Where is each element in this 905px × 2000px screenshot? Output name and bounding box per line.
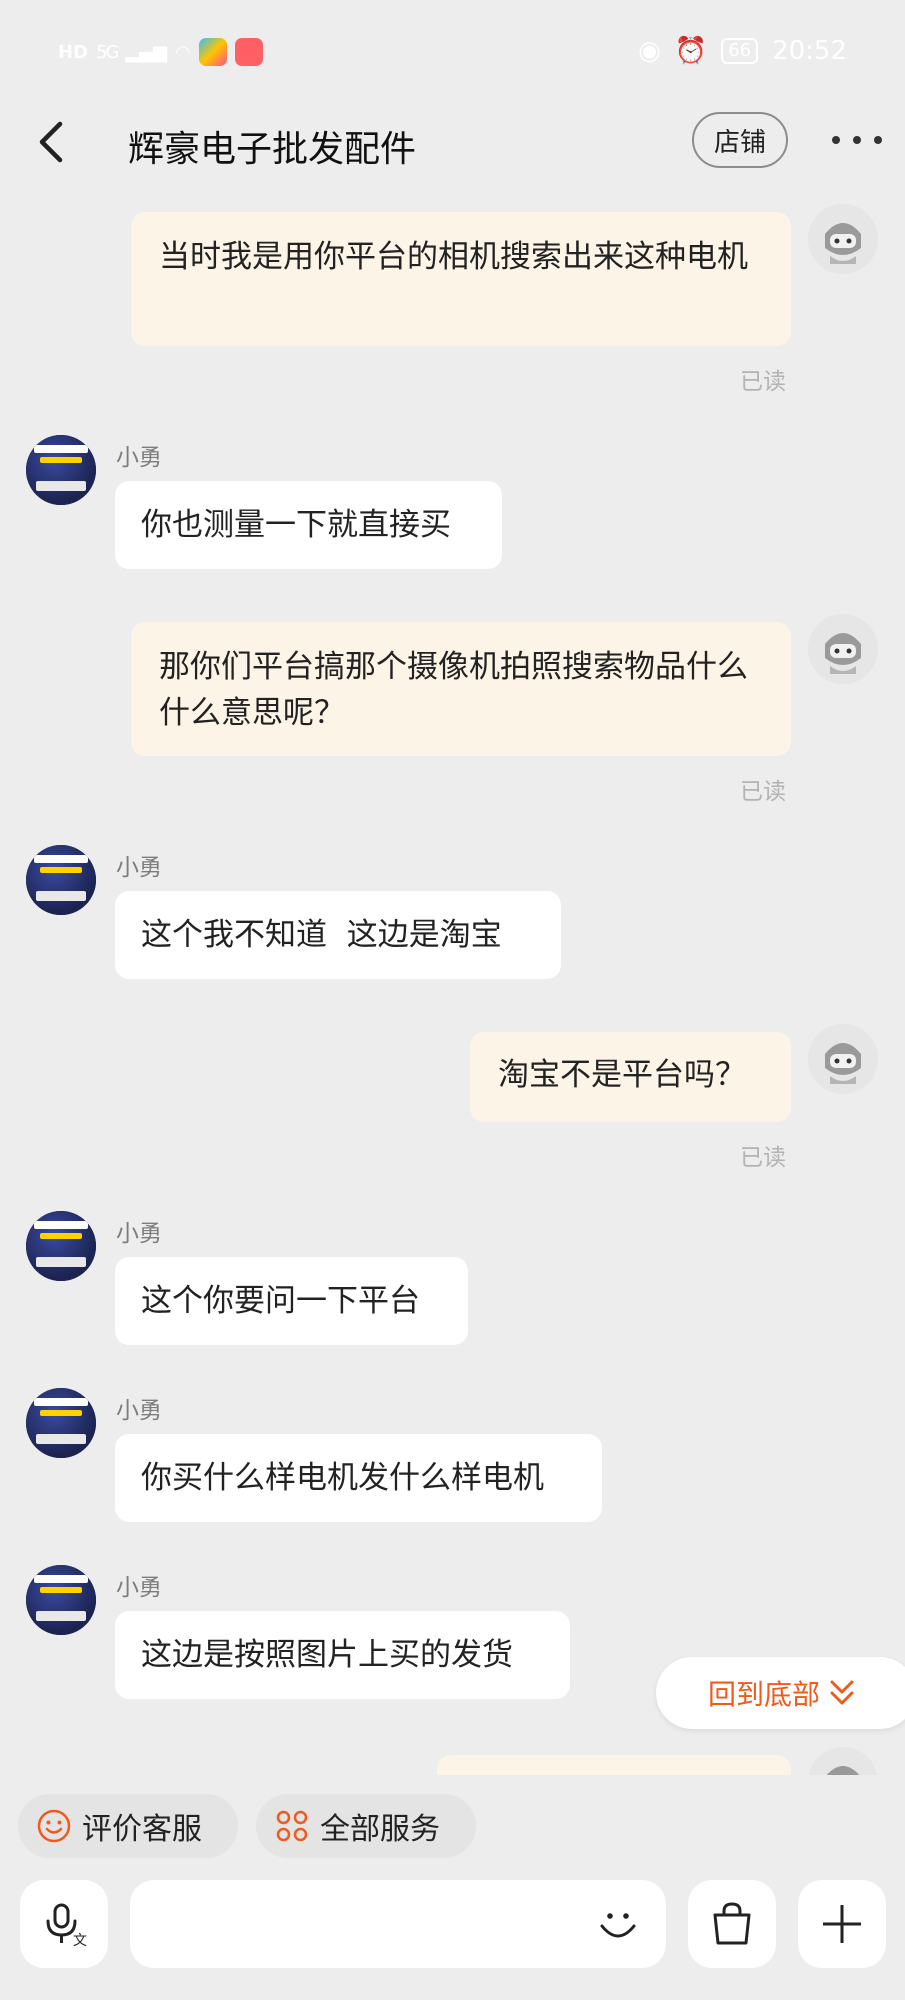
sender-name: 小勇	[116, 855, 162, 881]
app-notification-icon	[198, 38, 227, 66]
message-bubble-other[interactable]: 你也测量一下就直接买	[115, 481, 502, 569]
product-bag-button[interactable]	[688, 1880, 776, 1968]
input-bar: 文	[0, 1878, 905, 1968]
rate-service-chip[interactable]: 评价客服	[18, 1794, 238, 1858]
user-avatar[interactable]	[808, 614, 878, 684]
smile-icon[interactable]	[594, 1900, 642, 1948]
microphone-icon: 文	[46, 1903, 87, 1949]
shop-button[interactable]: 店铺	[692, 112, 788, 168]
read-status: 已读	[740, 1145, 786, 1171]
shop-avatar[interactable]	[26, 435, 96, 505]
sender-name: 小勇	[116, 1398, 162, 1424]
alarm-icon: ⏰	[674, 36, 708, 66]
voice-input-button[interactable]: 文	[20, 1880, 108, 1968]
chat-header: 辉豪电子批发配件 店铺	[0, 100, 905, 190]
clock-time: 20:52	[772, 36, 847, 66]
message-bubble-other[interactable]: 这个你要问一下平台	[115, 1257, 468, 1345]
status-bar: HD 5G ▂▄▆ ◠ ◉ ⏰ 66 20:52	[0, 0, 905, 110]
user-avatar[interactable]	[808, 1024, 878, 1094]
message-bubble-other[interactable]: 这边是按照图片上买的发货	[115, 1611, 570, 1699]
jump-to-bottom-button[interactable]: 回到底部	[656, 1657, 905, 1729]
more-dots-icon[interactable]	[832, 118, 882, 162]
sender-name: 小勇	[116, 1221, 162, 1247]
signal-indicator: 5G	[96, 41, 119, 63]
message-list[interactable]: 当时我是用你平台的相机搜索出来这种电机 已读 小勇 你也测量一下就直接买 那你们…	[0, 190, 905, 1775]
more-actions-button[interactable]	[798, 1880, 886, 1968]
shop-avatar[interactable]	[26, 845, 96, 915]
sender-name: 小勇	[116, 1575, 162, 1601]
shop-avatar[interactable]	[26, 1211, 96, 1281]
network-type: HD	[58, 41, 89, 63]
status-right: ◉ ⏰ 66 20:52	[638, 36, 847, 66]
grid-services-icon	[276, 1810, 308, 1842]
shop-avatar[interactable]	[26, 1565, 96, 1635]
eye-icon: ◉	[638, 36, 661, 66]
read-status: 已读	[740, 779, 786, 805]
rate-service-label: 评价客服	[82, 1812, 202, 1847]
shopping-bag-icon	[713, 1902, 751, 1945]
message-bubble-other[interactable]: 这个我不知道 这边是淘宝	[115, 891, 561, 979]
message-bubble-other[interactable]: 你买什么样电机发什么样电机	[115, 1434, 602, 1522]
wifi-icon: ◠	[174, 41, 191, 63]
back-arrow-icon[interactable]	[32, 116, 72, 168]
message-bubble-self-partial	[437, 1755, 791, 1775]
status-left: HD 5G ▂▄▆ ◠	[58, 38, 263, 66]
message-bubble-self[interactable]: 当时我是用你平台的相机搜索出来这种电机	[131, 212, 791, 346]
sender-name: 小勇	[116, 445, 162, 471]
message-bubble-self[interactable]: 那你们平台搞那个摄像机拍照搜索物品什么什么意思呢？	[131, 622, 791, 756]
plus-icon	[823, 1905, 861, 1943]
shop-avatar[interactable]	[26, 1388, 96, 1458]
user-avatar-partial	[808, 1747, 878, 1775]
double-chevron-down-icon	[830, 1680, 854, 1705]
message-input-field[interactable]	[130, 1880, 666, 1968]
signal-bars-icon: ▂▄▆	[125, 41, 167, 63]
smile-rating-icon	[37, 1809, 71, 1843]
user-avatar[interactable]	[808, 204, 878, 274]
jump-to-bottom-label: 回到底部	[708, 1678, 821, 1711]
voice-badge: 文	[73, 1933, 87, 1949]
app-notification-icon-2	[234, 38, 263, 66]
all-services-label: 全部服务	[320, 1812, 440, 1847]
page-title: 辉豪电子批发配件	[128, 129, 417, 170]
service-chips: 评价客服 全部服务	[0, 1790, 905, 1860]
read-status: 已读	[740, 369, 786, 395]
message-bubble-self[interactable]: 淘宝不是平台吗？	[470, 1032, 791, 1122]
all-services-chip[interactable]: 全部服务	[256, 1794, 476, 1858]
battery-indicator: 66	[721, 38, 759, 64]
